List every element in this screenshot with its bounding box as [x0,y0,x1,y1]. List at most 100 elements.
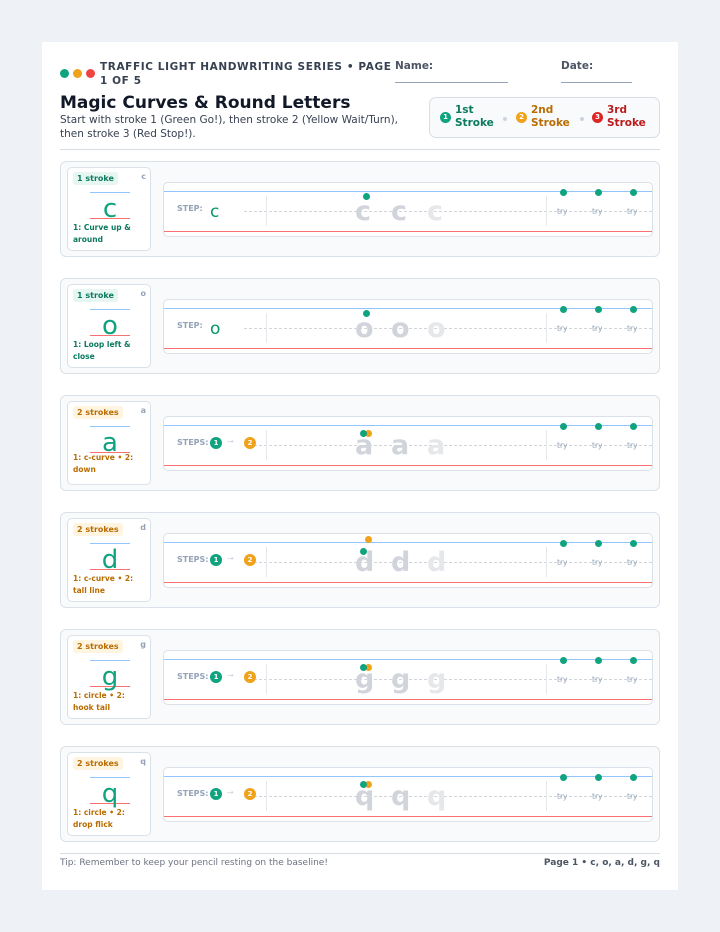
letter-tag: c [141,172,146,181]
footer-divider [60,853,660,854]
step-1-badge: 1 [210,554,222,566]
name-label: Name: [395,60,434,72]
steps-label: STEP: [177,321,203,330]
model-card: 2 strokes a a 1: c-curve • 2: down [67,401,151,485]
trace-letter-2: d [391,547,411,578]
card-top-line [90,426,130,427]
footer-tip: Tip: Remember to keep your pencil restin… [60,858,328,868]
card-top-line [90,192,130,193]
legend-num-2: 2 [516,111,527,123]
legend-num-1: 1 [440,111,451,123]
practice-divider [546,547,547,577]
practice-divider [266,196,267,226]
footer-page-label: Page 1 • c, o, a, d, g, q [543,858,660,868]
practice-lines: STEP: c c c c try try try [163,182,653,237]
step-1-badge: 1 [210,671,222,683]
stroke-caption: 1: c-curve • 2: tall line [73,574,134,595]
start-dot-1 [360,430,367,437]
trace-letter-3: d [427,547,447,578]
letter-row-a: 2 strokes a a 1: c-curve • 2: down STEPS… [60,395,660,491]
practice-divider [546,313,547,343]
model-letter: o [102,311,118,341]
steps-label: STEPS: [177,555,209,564]
legend-item-3: 3 3rd Stroke [592,104,647,130]
model-card: 2 strokes g g 1: circle • 2: hook tail [67,635,151,719]
practice-divider [546,430,547,460]
steps-label: STEPS: [177,789,209,798]
step-arrow: → [227,554,234,563]
trace-letter-2: c [391,196,408,227]
traffic-light-dots [60,69,95,78]
practice-divider [546,664,547,694]
step-arrow: → [227,437,234,446]
practice-divider [546,781,547,811]
card-top-line [90,543,130,544]
trace-letter-3: q [427,781,447,812]
step-1-badge: 1 [210,788,222,800]
letter-tag: o [140,289,147,298]
start-dot-2 [365,536,372,543]
trace-letter-3: g [427,664,447,695]
practice-writing-area[interactable] [554,417,654,472]
trace-letter-2: q [391,781,411,812]
model-card: 2 strokes d d 1: c-curve • 2: tall line [67,518,151,602]
start-dot-1 [360,664,367,671]
steps-label: STEPS: [177,438,209,447]
legend-label-1: 1st Stroke [455,104,494,129]
practice-divider [266,430,267,460]
practice-writing-area[interactable] [554,534,654,589]
steps-label: STEPS: [177,672,209,681]
step-1-badge: 1 [210,437,222,449]
stroke-caption: 1: Loop left & close [73,340,131,361]
stroke-count-badge: 2 strokes [73,640,123,653]
card-top-line [90,777,130,778]
start-dot-1 [363,193,370,200]
legend-label-3: 3rd Stroke [607,104,646,129]
start-dot-1 [360,781,367,788]
steps-label: STEP: [177,204,203,213]
legend-separator [503,117,507,121]
red-dot [86,69,95,78]
step-arrow: → [227,788,234,797]
letter-tag: d [140,523,146,532]
step-mini-letter: c [210,202,220,222]
date-field[interactable] [561,82,632,83]
letter-tag: q [140,757,146,766]
model-card: 2 strokes q q 1: circle • 2: drop flick [67,752,151,836]
series-label: TRAFFIC LIGHT HANDWRITING SERIES • PAGE … [100,61,392,87]
stroke-count-badge: 1 stroke [73,172,118,185]
practice-lines: STEPS: 1 → 2 a a a try try try [163,416,653,471]
yellow-dot [73,69,82,78]
stroke-caption: 1: circle • 2: drop flick [73,808,125,829]
model-card: 1 stroke o o 1: Loop left & close [67,284,151,368]
model-letter: g [101,662,119,692]
practice-lines: STEP: o o o o try try try [163,299,653,354]
step-2-badge: 2 [244,671,256,683]
stroke-caption: 1: c-curve • 2: down [73,453,134,474]
name-field[interactable] [395,82,508,83]
letter-row-c: 1 stroke c c 1: Curve up & around STEP: … [60,161,660,257]
model-card: 1 stroke c c 1: Curve up & around [67,167,151,251]
step-2-badge: 2 [244,437,256,449]
trace-letter-2: a [391,430,410,461]
header-divider [60,149,660,150]
letter-row-q: 2 strokes q q 1: circle • 2: drop flick … [60,746,660,842]
practice-writing-area[interactable] [554,768,654,823]
card-top-line [90,309,130,310]
practice-writing-area[interactable] [554,651,654,706]
practice-writing-area[interactable] [554,300,654,355]
stroke-caption: 1: Curve up & around [73,223,131,244]
stroke-legend: 1 1st Stroke 2 2nd Stroke 3 3rd Stroke [429,97,660,138]
trace-letter-3: c [427,196,444,227]
practice-lines: STEPS: 1 → 2 d d d try try try [163,533,653,588]
worksheet-page: TRAFFIC LIGHT HANDWRITING SERIES • PAGE … [42,42,678,890]
start-dot-1 [360,548,367,555]
date-label: Date: [561,60,594,72]
step-arrow: → [227,671,234,680]
practice-lines: STEPS: 1 → 2 q q q try try try [163,767,653,822]
practice-divider [266,547,267,577]
stroke-caption: 1: circle • 2: hook tail [73,691,125,712]
stroke-count-badge: 1 stroke [73,289,118,302]
legend-item-1: 1 1st Stroke [440,104,495,130]
practice-writing-area[interactable] [554,183,654,238]
